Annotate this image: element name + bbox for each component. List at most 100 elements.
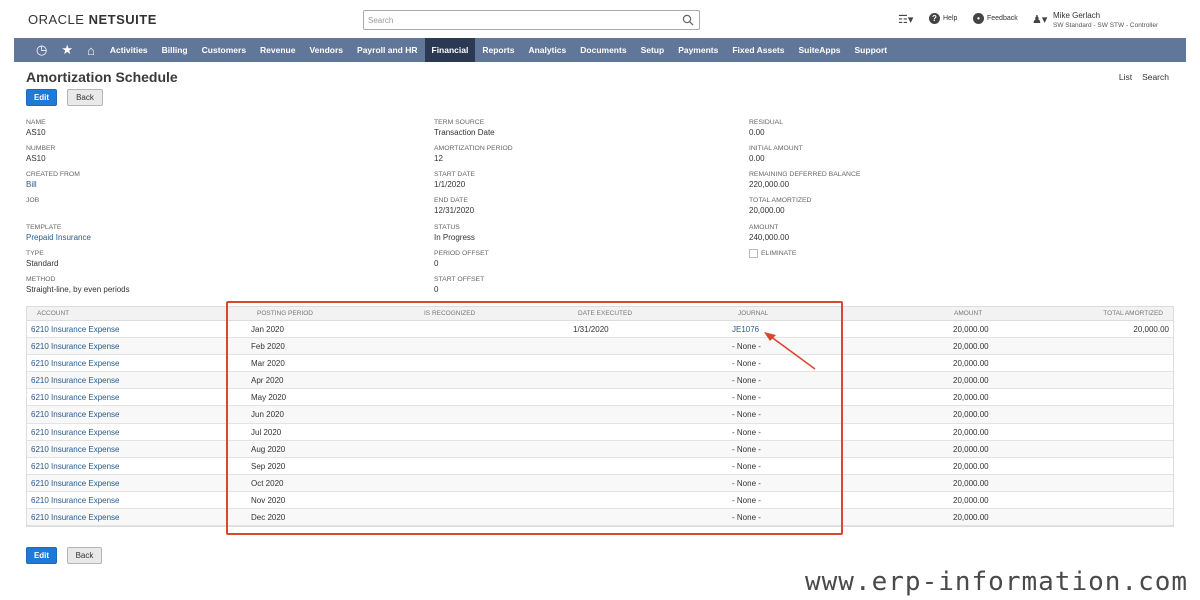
- search-link[interactable]: Search: [1142, 72, 1169, 82]
- recent-records-icon[interactable]: ☶▾: [898, 13, 913, 26]
- user-role-menu[interactable]: Mike Gerlach SW Standard - SW STW - Cont…: [1053, 11, 1158, 31]
- eliminate-checkbox[interactable]: [749, 248, 758, 258]
- search-placeholder: Search: [368, 16, 394, 25]
- table-row: 6210 Insurance Expense Sep 2020 - None - 20…: [27, 458, 1173, 475]
- field-method: METHOD Straight-line, by even periods: [26, 275, 130, 295]
- cell-amount: 20,000.00: [953, 444, 989, 454]
- field-value: 20,000.00: [749, 206, 785, 215]
- field-initial-amount: INITIAL AMOUNT 0.00: [749, 144, 803, 164]
- cell-posting-period: Jan 2020: [251, 325, 284, 334]
- nav-item-fixed-assets[interactable]: Fixed Assets: [725, 38, 791, 62]
- header-posting-period[interactable]: POSTING PERIOD: [257, 310, 313, 317]
- cell-account[interactable]: 6210 Insurance Expense: [31, 325, 120, 334]
- created-from-link[interactable]: Bill: [26, 180, 80, 190]
- cell-journal: - None -: [732, 495, 761, 505]
- edit-button-top[interactable]: Edit: [26, 89, 57, 106]
- arrow-annotation: [764, 332, 816, 370]
- field-period-offset: PERIOD OFFSET 0: [434, 249, 489, 269]
- global-search-input[interactable]: Search: [363, 10, 700, 30]
- cell-account[interactable]: 6210 Insurance Expense: [31, 359, 120, 368]
- cell-account[interactable]: 6210 Insurance Expense: [31, 496, 120, 505]
- field-label: START OFFSET: [434, 276, 485, 283]
- search-icon[interactable]: [682, 14, 694, 26]
- field-value: In Progress: [434, 233, 475, 242]
- cell-account[interactable]: 6210 Insurance Expense: [31, 393, 120, 402]
- cell-amount: 20,000.00: [953, 393, 989, 403]
- field-value: 1/1/2020: [434, 180, 466, 189]
- field-label: NUMBER: [26, 145, 56, 152]
- field-status: STATUS In Progress: [434, 223, 475, 243]
- cell-posting-period: Sep 2020: [251, 461, 286, 471]
- field-label: METHOD: [26, 276, 56, 283]
- field-value: AS10: [26, 154, 46, 163]
- recent-history-icon[interactable]: ◷: [36, 42, 47, 58]
- cell-journal: - None -: [732, 427, 761, 437]
- field-value: Transaction Date: [434, 128, 495, 137]
- cell-amount: 20,000.00: [953, 325, 989, 334]
- amortization-table: ACCOUNT POSTING PERIOD IS RECOGNIZED DAT…: [26, 306, 1174, 528]
- logo-text-netsuite: NETSUITE: [88, 12, 157, 27]
- header-account[interactable]: ACCOUNT: [37, 310, 69, 317]
- back-button-bottom[interactable]: Back: [67, 547, 102, 564]
- back-button-top[interactable]: Back: [67, 89, 103, 106]
- cell-journal: - None -: [732, 376, 761, 386]
- cell-account[interactable]: 6210 Insurance Expense: [31, 445, 120, 454]
- cell-account[interactable]: 6210 Insurance Expense: [31, 376, 120, 385]
- cell-account[interactable]: 6210 Insurance Expense: [31, 479, 120, 488]
- field-start-date: START DATE 1/1/2020: [434, 170, 475, 190]
- cell-account[interactable]: 6210 Insurance Expense: [31, 428, 120, 437]
- user-menu-icon[interactable]: ♟▾: [1032, 13, 1047, 26]
- field-label: CREATED FROM: [26, 171, 80, 178]
- list-link[interactable]: List: [1119, 72, 1132, 82]
- cell-account[interactable]: 6210 Insurance Expense: [31, 410, 120, 419]
- field-eliminate: ELIMINATE: [749, 248, 796, 259]
- home-icon[interactable]: ⌂: [87, 43, 95, 58]
- main-navigation: ◷ ★ ⌂ Activities Billing Customers Revenue V…: [14, 38, 1186, 62]
- header-date-executed[interactable]: DATE EXECUTED: [578, 310, 632, 317]
- nav-item-activities[interactable]: Activities: [103, 38, 155, 62]
- template-link[interactable]: Prepaid Insurance: [26, 233, 91, 243]
- eliminate-label: ELIMINATE: [761, 250, 797, 257]
- cell-posting-period: Oct 2020: [251, 478, 284, 488]
- nav-item-billing[interactable]: Billing: [155, 38, 195, 62]
- nav-item-analytics[interactable]: Analytics: [521, 38, 573, 62]
- feedback-link[interactable]: • Feedback: [973, 13, 1018, 24]
- header-total-amortized[interactable]: TOTAL AMORTIZED: [1103, 310, 1163, 317]
- field-label: START DATE: [434, 171, 476, 178]
- field-value: 240,000.00: [749, 233, 790, 242]
- cell-date-executed: 1/31/2020: [573, 325, 609, 334]
- help-link[interactable]: ? Help: [929, 13, 957, 24]
- cell-account[interactable]: 6210 Insurance Expense: [31, 342, 120, 351]
- edit-button-bottom[interactable]: Edit: [26, 547, 57, 564]
- table-row: 6210 Insurance Expense Feb 2020- None -20…: [27, 338, 1173, 356]
- feedback-label: Feedback: [987, 15, 1018, 22]
- field-value: 0: [434, 259, 439, 268]
- field-label: AMORTIZATION PERIOD: [434, 145, 513, 152]
- nav-item-suiteapps[interactable]: SuiteApps: [791, 38, 847, 62]
- cell-account[interactable]: 6210 Insurance Expense: [31, 462, 120, 471]
- cell-amount: 20,000.00: [953, 495, 989, 505]
- field-label: END DATE: [434, 197, 468, 204]
- cell-journal: - None -: [732, 478, 761, 488]
- nav-item-payments[interactable]: Payments: [671, 38, 725, 62]
- netsuite-logo[interactable]: ORACLE NETSUITE: [28, 12, 157, 27]
- nav-item-payroll-and-hr[interactable]: Payroll and HR: [350, 38, 424, 62]
- header-amount[interactable]: AMOUNT: [954, 310, 982, 317]
- nav-item-setup[interactable]: Setup: [634, 38, 672, 62]
- header-is-recognized[interactable]: IS RECOGNIZED: [424, 310, 475, 317]
- favorites-star-icon[interactable]: ★: [61, 42, 73, 58]
- nav-item-vendors[interactable]: Vendors: [302, 38, 350, 62]
- nav-item-reports[interactable]: Reports: [475, 38, 521, 62]
- nav-item-documents[interactable]: Documents: [573, 38, 633, 62]
- nav-item-revenue[interactable]: Revenue: [253, 38, 302, 62]
- nav-item-customers[interactable]: Customers: [195, 38, 253, 62]
- header-journal[interactable]: JOURNAL: [738, 310, 768, 317]
- nav-item-financial[interactable]: Financial: [424, 38, 476, 62]
- field-label: STATUS: [434, 224, 460, 231]
- cell-journal: - None -: [732, 513, 761, 523]
- cell-account[interactable]: 6210 Insurance Expense: [31, 513, 120, 522]
- cell-amount: 20,000.00: [953, 342, 989, 352]
- nav-item-support[interactable]: Support: [848, 38, 895, 62]
- table-header: ACCOUNT POSTING PERIOD IS RECOGNIZED DAT…: [27, 307, 1173, 321]
- field-template: TEMPLATE Prepaid Insurance: [26, 223, 91, 243]
